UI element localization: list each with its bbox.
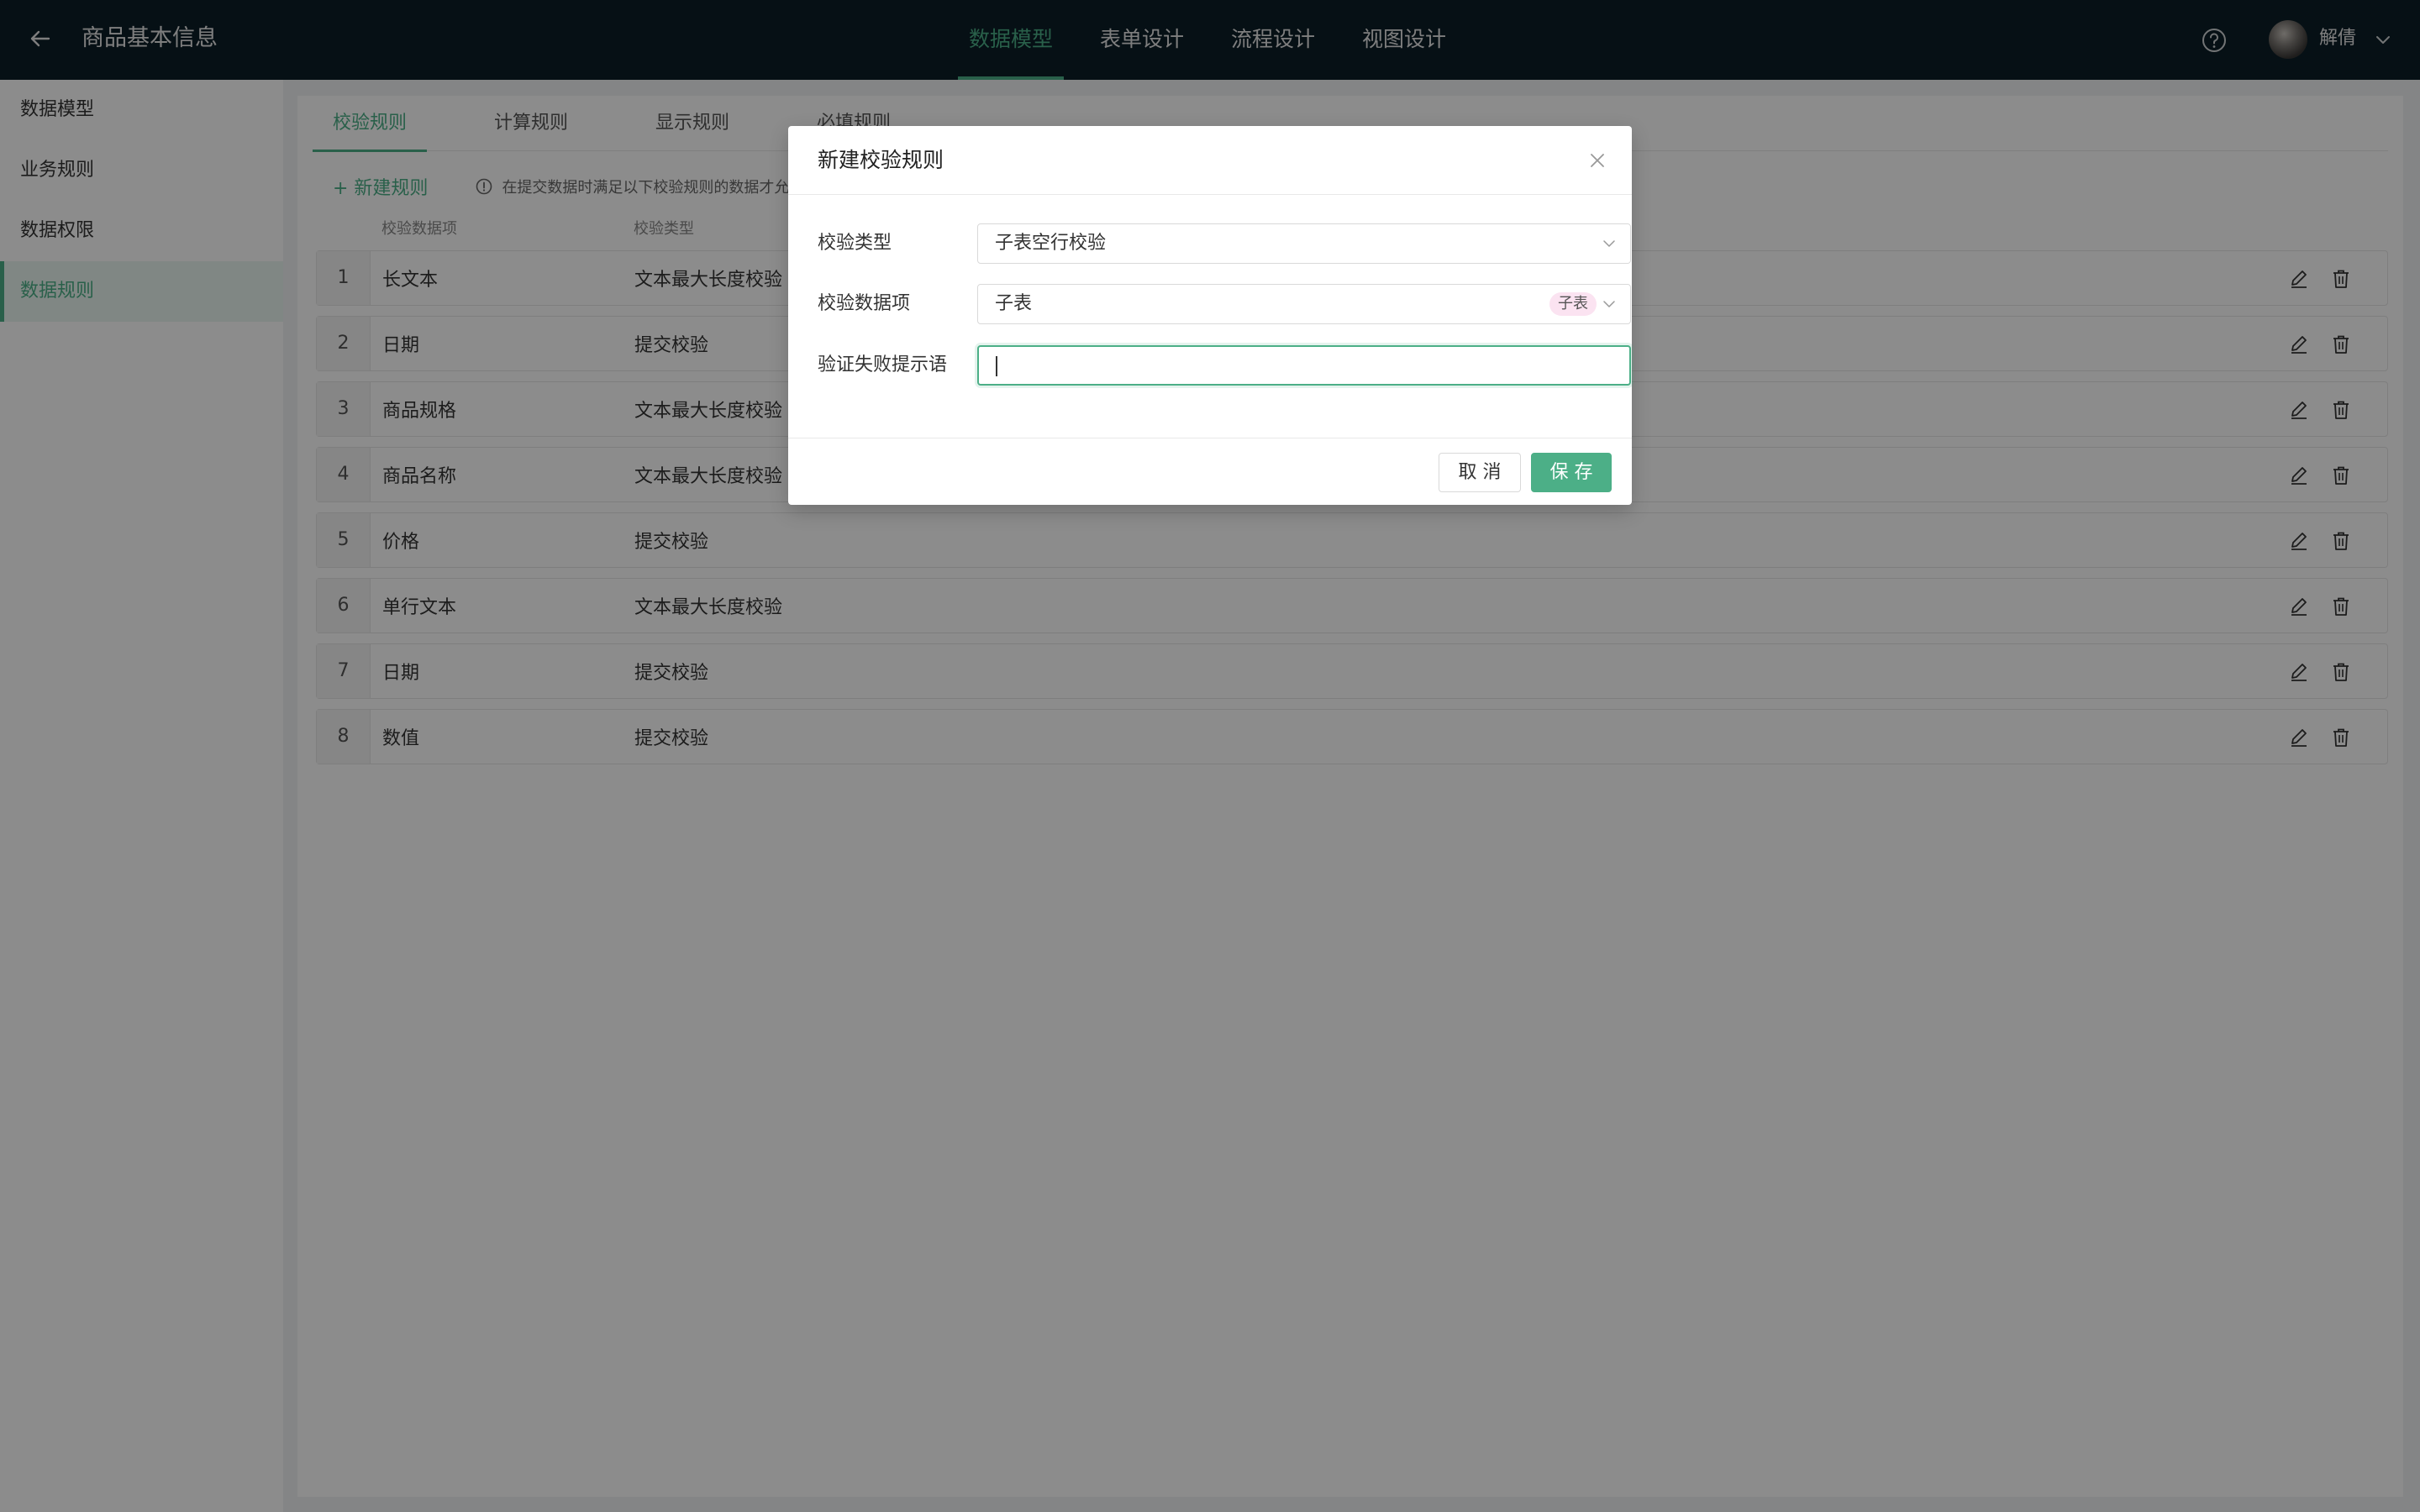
form-row-failure-message: 验证失败提示语 bbox=[818, 345, 1631, 386]
failure-message-label: 验证失败提示语 bbox=[818, 354, 948, 375]
validation-type-select[interactable]: 子表空行校验 bbox=[977, 223, 1631, 264]
validation-type-label: 校验类型 bbox=[818, 233, 892, 254]
close-icon[interactable] bbox=[1588, 151, 1607, 170]
validation-type-value: 子表空行校验 bbox=[995, 233, 1107, 254]
form-row-validation-item: 校验数据项 子表 子表 bbox=[818, 284, 1631, 324]
dialog-header: 新建校验规则 bbox=[788, 126, 1632, 195]
validation-item-value: 子表 bbox=[995, 293, 1033, 314]
dialog-title: 新建校验规则 bbox=[818, 148, 944, 172]
dialog-footer: 取 消 保 存 bbox=[788, 438, 1632, 505]
text-caret bbox=[996, 356, 997, 376]
save-button[interactable]: 保 存 bbox=[1531, 453, 1612, 492]
failure-message-input[interactable] bbox=[977, 345, 1631, 386]
validation-item-select[interactable]: 子表 子表 bbox=[977, 284, 1631, 324]
form-row-validation-type: 校验类型 子表空行校验 bbox=[818, 223, 1631, 264]
cancel-button[interactable]: 取 消 bbox=[1439, 453, 1521, 492]
chevron-down-icon bbox=[1603, 240, 1615, 247]
chevron-down-icon bbox=[1603, 301, 1615, 307]
subtable-tag: 子表 bbox=[1549, 292, 1597, 316]
validation-item-label: 校验数据项 bbox=[818, 293, 911, 314]
new-validation-rule-dialog: 新建校验规则 校验类型 子表空行校验 校验数据项 子表 子表 验证失败提示语 取… bbox=[788, 126, 1632, 505]
